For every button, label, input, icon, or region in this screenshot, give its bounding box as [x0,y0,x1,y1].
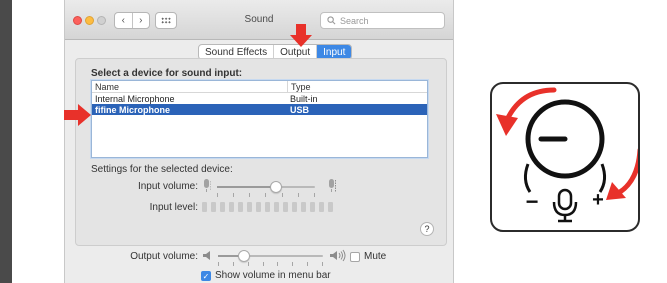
speaker-low-icon [203,251,210,260]
sound-preferences-window: ‹ › Sound Search Sound Effects Output In… [64,0,454,283]
level-segment [292,202,297,212]
left-edge-bar [0,0,12,283]
level-segment [202,202,207,212]
input-volume-knob[interactable] [269,181,282,193]
input-volume-ticks [217,193,315,197]
microphone-low-icon [204,179,211,192]
tab-sound-effects[interactable]: Sound Effects [199,45,273,59]
title-bar: ‹ › Sound Search [65,0,453,40]
level-segment [238,202,243,212]
microphone-icon [552,188,578,223]
input-device-table[interactable]: Name Type Internal Microphone Built-in f… [91,80,428,158]
level-segment [328,202,333,212]
help-button[interactable]: ? [420,222,434,236]
level-segment [274,202,279,212]
output-volume-ticks [218,262,323,266]
output-volume-label: Output volume: [130,251,198,262]
level-segment [211,202,216,212]
level-segment [265,202,270,212]
tab-input[interactable]: Input [316,45,352,59]
select-device-label: Select a device for sound input: [91,68,243,79]
output-volume-slider[interactable] [218,250,323,262]
show-volume-in-menu-bar-checkbox[interactable]: ✓ [201,271,211,281]
column-header-name[interactable]: Name [92,81,287,92]
settings-selected-device-label: Settings for the selected device: [91,164,233,175]
mute-label: Mute [364,251,387,262]
level-segment [229,202,234,212]
table-header: Name Type [92,81,427,93]
device-type: USB [290,104,310,115]
level-segment [220,202,225,212]
device-name: Internal Microphone [95,93,175,104]
level-segment [256,202,261,212]
input-volume-fill [217,186,276,188]
level-segment [283,202,288,212]
table-row[interactable]: Internal Microphone Built-in [92,93,427,104]
device-type: Built-in [290,93,318,104]
column-header-type[interactable]: Type [287,81,427,92]
input-level-label: Input level: [149,202,198,213]
level-segment [247,202,252,212]
level-segment [319,202,324,212]
annotation-arrow-down-icon [290,24,312,47]
input-volume-slider[interactable] [217,181,315,193]
level-segment [301,202,306,212]
search-field[interactable]: Search [320,12,445,29]
plus-symbol: + [592,189,604,211]
level-segment [310,202,315,212]
input-level-meter [202,202,333,212]
device-name: fifine Microphone [95,104,170,115]
speaker-high-icon [330,249,346,262]
search-placeholder: Search [340,15,369,26]
table-row-selected[interactable]: fifine Microphone USB [92,104,427,115]
volume-knob-illustration: − + [490,82,643,232]
input-volume-label: Input volume: [137,181,198,192]
output-volume-knob[interactable] [238,250,251,262]
show-volume-in-menu-bar-label: Show volume in menu bar [215,270,331,281]
annotation-arrow-right-icon [64,104,91,126]
microphone-high-icon [329,179,336,192]
mute-checkbox[interactable] [350,252,360,262]
volume-knob-icon: − + [496,87,643,223]
search-icon [327,16,336,25]
minus-symbol: − [526,189,539,214]
